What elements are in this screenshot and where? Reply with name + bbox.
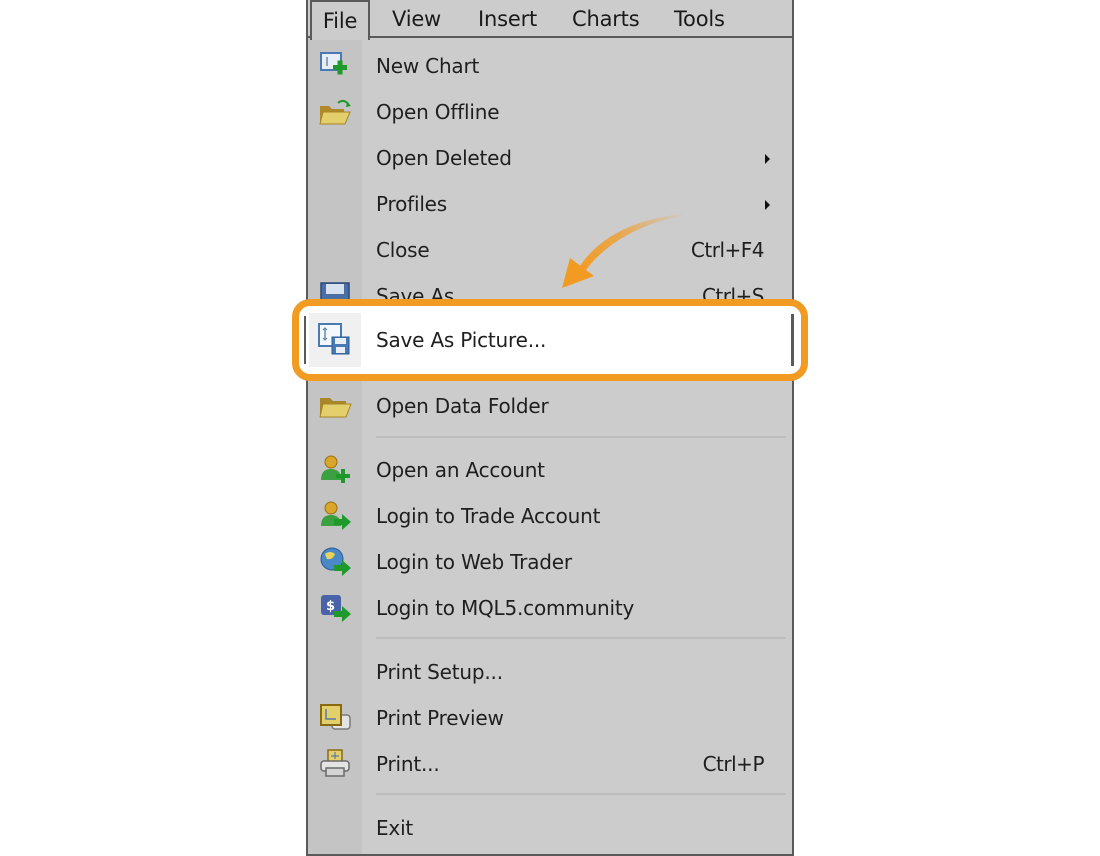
globe-login-icon — [320, 547, 351, 576]
menu-item-label: Exit — [376, 816, 414, 840]
menu-item-login-mql5[interactable]: $ Login to MQL5.community — [308, 585, 792, 631]
menu-separator — [376, 436, 786, 438]
annotation-arrow-icon — [562, 214, 682, 288]
menu-item-new-chart[interactable]: New Chart — [308, 43, 792, 89]
menu-item-login-web-trader[interactable]: Login to Web Trader — [308, 539, 792, 585]
folder-icon — [319, 398, 352, 418]
highlighted-menu-item-save-as-picture[interactable]: Save As Picture... — [292, 299, 808, 381]
menu-item-print[interactable]: Print... Ctrl+P — [308, 741, 792, 787]
open-offline-folder-icon — [319, 99, 351, 125]
menu-item-label: Login to Web Trader — [376, 550, 572, 574]
menu-item-label: Open Deleted — [376, 146, 512, 170]
menu-item-print-setup[interactable]: Print Setup... — [308, 649, 792, 695]
menu-view[interactable]: View — [392, 0, 441, 38]
menu-item-label: Close — [376, 238, 430, 262]
menu-item-label: Print Setup... — [376, 660, 503, 684]
menu-separator — [376, 637, 786, 639]
menu-border-left — [304, 316, 306, 364]
menu-charts[interactable]: Charts — [572, 0, 640, 38]
menu-tools[interactable]: Tools — [674, 0, 725, 38]
menu-item-label: Login to MQL5.community — [376, 596, 635, 620]
menu-item-label: Profiles — [376, 192, 448, 216]
menu-item-label: Login to Trade Account — [376, 504, 601, 528]
save-picture-icon — [318, 323, 350, 355]
menu-insert[interactable]: Insert — [478, 0, 537, 38]
menu-item-label: Print... — [376, 752, 440, 776]
menu-item-login-trade-account[interactable]: Login to Trade Account — [308, 493, 792, 539]
user-login-icon — [321, 501, 351, 530]
menu-item-label: Open Offline — [376, 100, 500, 124]
menu-item-label: Open an Account — [376, 458, 545, 482]
menu-item-label: Open Data Folder — [376, 394, 549, 418]
menu-item-label: New Chart — [376, 54, 480, 78]
add-user-icon — [321, 455, 350, 483]
menu-item-open-data-folder[interactable]: Open Data Folder — [308, 383, 792, 429]
submenu-arrow-icon — [765, 154, 770, 164]
menu-separator — [376, 793, 786, 795]
menu-border-right — [791, 314, 794, 366]
menu-file[interactable]: File — [310, 0, 370, 40]
menu-item-profiles[interactable]: Profiles — [308, 181, 792, 227]
menu-item-exit[interactable]: Exit — [308, 805, 792, 851]
menu-item-label: Print Preview — [376, 706, 504, 730]
menu-item-close[interactable]: Close Ctrl+F4 — [308, 227, 792, 273]
menu-item-label: Save As Picture... — [376, 328, 547, 352]
menu-item-open-offline[interactable]: Open Offline — [308, 89, 792, 135]
terminal-window: File View Insert Charts Tools New Chart — [306, 0, 794, 856]
menu-item-open-deleted[interactable]: Open Deleted — [308, 135, 792, 181]
file-dropdown-menu: New Chart Open Offline Open Deleted Prof… — [308, 38, 792, 854]
mql5-login-icon: $ — [321, 595, 351, 622]
submenu-arrow-icon — [765, 200, 770, 210]
menu-bar: File View Insert Charts Tools — [308, 0, 792, 40]
new-chart-icon — [320, 52, 347, 75]
print-preview-icon — [320, 704, 351, 730]
menu-item-shortcut: Ctrl+P — [702, 752, 765, 776]
menu-item-shortcut: Ctrl+F4 — [690, 238, 765, 262]
svg-text:$: $ — [326, 599, 335, 614]
menu-item-open-account[interactable]: Open an Account — [308, 447, 792, 493]
printer-icon — [320, 749, 350, 777]
menu-item-print-preview[interactable]: Print Preview — [308, 695, 792, 741]
